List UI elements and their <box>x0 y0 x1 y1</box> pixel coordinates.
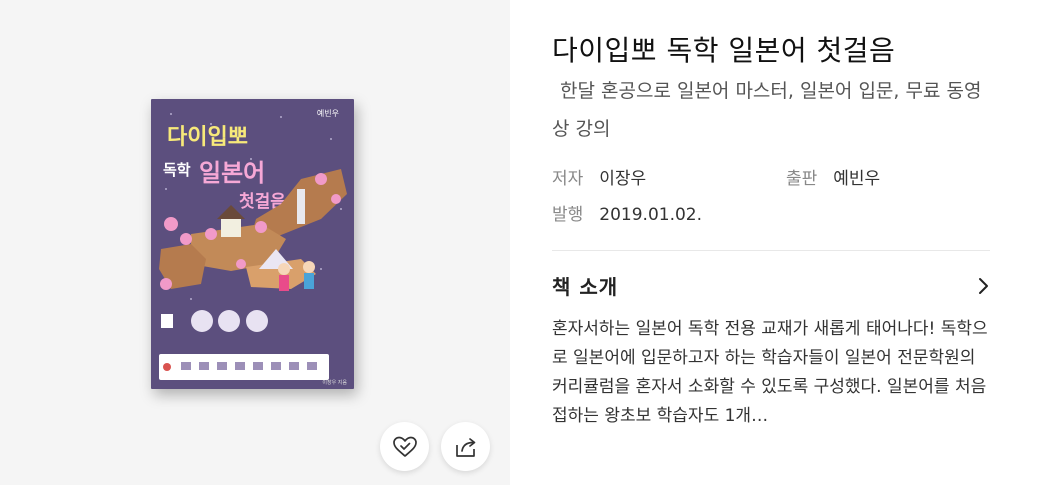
publisher-row: 출판 예빈우 <box>786 164 880 189</box>
share-button[interactable] <box>441 422 490 471</box>
cover-illustration: 예빈우 다이입뽀 독학 일본어 첫걸음 이장우 지음 <box>159 108 347 386</box>
cover-publisher-logo: 예빈우 <box>317 108 339 118</box>
heart-check-icon <box>392 436 417 457</box>
publisher-label: 출판 <box>786 169 818 189</box>
date-value: 2019.01.02. <box>599 205 703 225</box>
cover-area: 예빈우 다이입뽀 독학 일본어 첫걸음 이장우 지음 <box>0 0 510 485</box>
publisher-value[interactable]: 예빈우 <box>833 169 880 189</box>
chevron-right-icon[interactable] <box>977 277 989 295</box>
like-button[interactable] <box>380 422 429 471</box>
cover-title-line2b: 일본어 <box>199 159 265 187</box>
cover-author-small: 이장우 지음 <box>322 379 347 386</box>
book-title: 다이입뽀 독학 일본어 첫걸음 <box>552 34 896 67</box>
share-icon <box>455 437 475 457</box>
book-info-panel: 다이입뽀 독학 일본어 첫걸음 한달 혼공으로 일본어 마스터, 일본어 입문,… <box>552 0 992 485</box>
author-value[interactable]: 이장우 <box>599 169 646 189</box>
book-subtitle: 한달 혼공으로 일본어 마스터, 일본어 입문, 무료 동영상 강의 <box>552 80 982 140</box>
author-label: 저자 <box>552 169 584 189</box>
book-cover-image: 예빈우 다이입뽀 독학 일본어 첫걸음 이장우 지음 <box>151 99 354 389</box>
divider <box>552 250 990 251</box>
date-row: 발행 2019.01.02. <box>552 200 702 225</box>
cover-title-line1: 다이입뽀 <box>167 125 248 150</box>
intro-heading[interactable]: 책 소개 <box>552 271 618 300</box>
cover-title-line2a: 독학 <box>163 161 191 179</box>
date-label: 발행 <box>552 205 584 225</box>
author-row: 저자 이장우 <box>552 164 646 189</box>
intro-text: 혼자서하는 일본어 독학 전용 교재가 새롭게 태어나다! 독학으로 일본어에 … <box>552 319 988 426</box>
